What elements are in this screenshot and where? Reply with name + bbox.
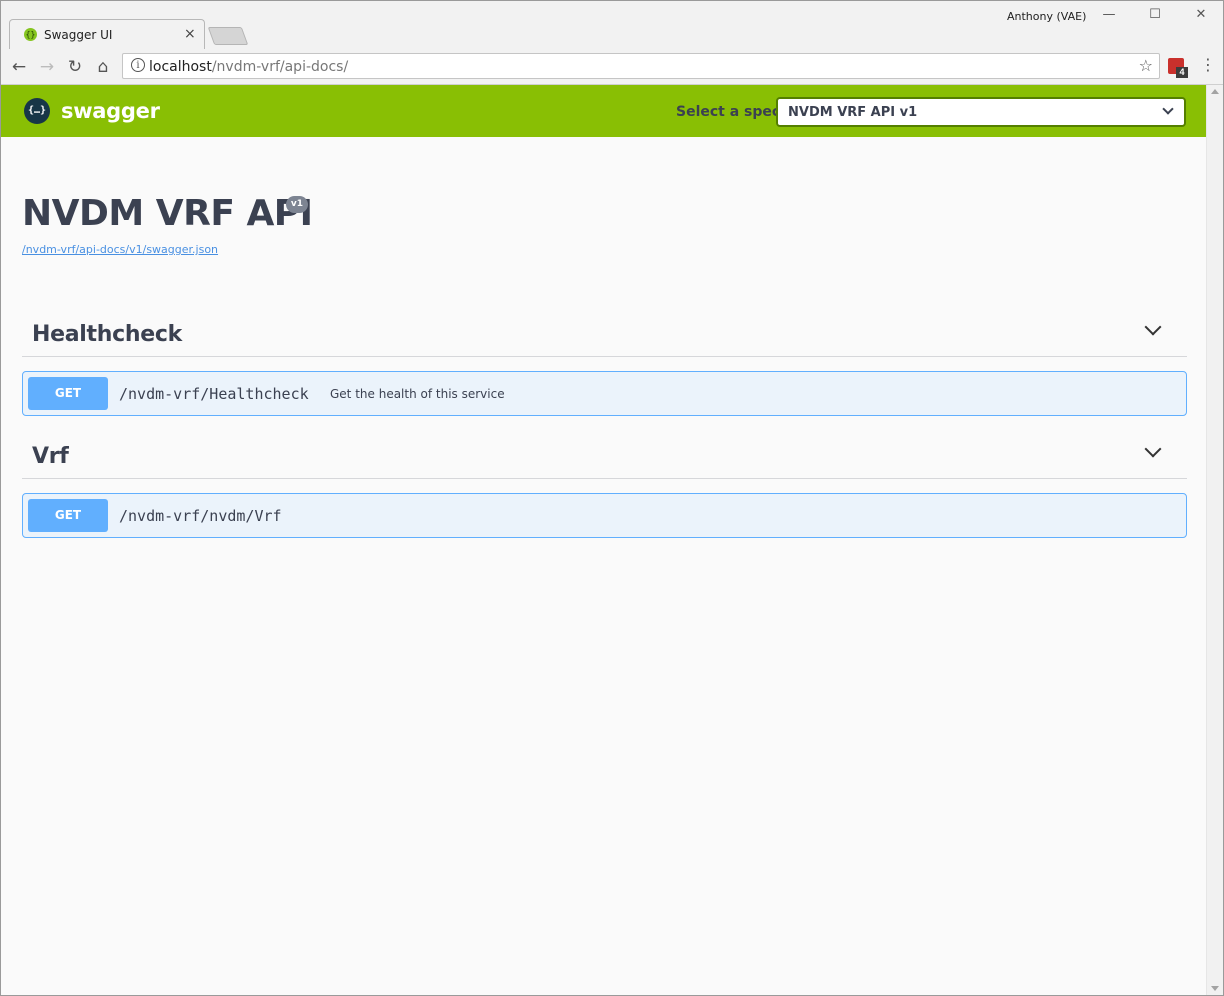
tab-title: Swagger UI bbox=[44, 28, 113, 42]
operation-path: /nvdm-vrf/Healthcheck bbox=[119, 385, 309, 403]
forward-icon[interactable]: → bbox=[37, 57, 57, 77]
new-tab-button[interactable] bbox=[207, 27, 249, 45]
tag-header-healthcheck[interactable]: Healthcheck bbox=[22, 313, 1187, 357]
select-spec-label: Select a spec bbox=[676, 104, 781, 120]
operation-get-vrf[interactable]: GET /nvdm-vrf/nvdm/Vrf bbox=[22, 493, 1187, 538]
extension-badge: 4 bbox=[1176, 67, 1188, 78]
title-bar: {} Swagger UI × Anthony (VAE) — ☐ ✕ bbox=[1, 1, 1223, 49]
url-host: localhost bbox=[149, 59, 212, 75]
spec-select[interactable]: NVDM VRF API v1 bbox=[776, 97, 1186, 127]
browser-window: {} Swagger UI × Anthony (VAE) — ☐ ✕ ← → … bbox=[0, 0, 1224, 996]
operation-path: /nvdm-vrf/nvdm/Vrf bbox=[119, 507, 282, 525]
site-info-icon[interactable]: i bbox=[131, 58, 145, 72]
bookmark-star-icon[interactable]: ☆ bbox=[1139, 56, 1153, 75]
operation-summary: Get the health of this service bbox=[330, 387, 505, 401]
method-badge: GET bbox=[28, 499, 108, 532]
swagger-logo-text[interactable]: swagger bbox=[61, 99, 160, 123]
tab-close-icon[interactable]: × bbox=[184, 26, 196, 42]
close-window-icon[interactable]: ✕ bbox=[1186, 7, 1216, 25]
tag-header-vrf[interactable]: Vrf bbox=[22, 435, 1187, 479]
url-path: /nvdm-vrf/api-docs/ bbox=[211, 59, 349, 75]
scroll-up-arrow-icon[interactable] bbox=[1211, 89, 1219, 94]
tag-title: Vrf bbox=[32, 444, 69, 469]
version-badge: v1 bbox=[286, 196, 308, 213]
reload-icon[interactable]: ↻ bbox=[65, 57, 85, 77]
address-bar[interactable]: i localhost/nvdm-vrf/api-docs/ ☆ bbox=[122, 53, 1160, 79]
page-viewport: {…} swagger Select a spec NVDM VRF API v… bbox=[1, 85, 1206, 995]
vertical-scrollbar[interactable] bbox=[1206, 85, 1223, 995]
swagger-json-link[interactable]: /nvdm-vrf/api-docs/v1/swagger.json bbox=[22, 243, 218, 256]
tab-swagger-ui[interactable]: {} Swagger UI × bbox=[9, 19, 205, 49]
spec-select-value: NVDM VRF API v1 bbox=[788, 105, 918, 120]
profile-name[interactable]: Anthony (VAE) bbox=[1007, 10, 1086, 23]
method-badge: GET bbox=[28, 377, 108, 410]
scroll-down-arrow-icon[interactable] bbox=[1211, 986, 1219, 991]
browser-menu-icon[interactable]: ⋮ bbox=[1200, 55, 1216, 74]
swagger-favicon-icon: {} bbox=[24, 28, 37, 41]
chevron-down-icon bbox=[1162, 103, 1174, 115]
maximize-icon[interactable]: ☐ bbox=[1140, 7, 1170, 25]
url-text[interactable]: localhost/nvdm-vrf/api-docs/ bbox=[149, 59, 348, 75]
operation-get-healthcheck[interactable]: GET /nvdm-vrf/Healthcheck Get the health… bbox=[22, 371, 1187, 416]
api-title: NVDM VRF API bbox=[22, 193, 313, 234]
swagger-logo-icon[interactable]: {…} bbox=[24, 98, 50, 124]
chevron-down-icon[interactable] bbox=[1144, 440, 1162, 458]
chevron-down-icon[interactable] bbox=[1144, 318, 1162, 336]
back-icon[interactable]: ← bbox=[9, 57, 29, 77]
tag-title: Healthcheck bbox=[32, 322, 182, 347]
swagger-topbar: {…} swagger Select a spec NVDM VRF API v… bbox=[1, 85, 1206, 137]
home-icon[interactable]: ⌂ bbox=[93, 57, 113, 77]
minimize-icon[interactable]: — bbox=[1094, 7, 1124, 25]
browser-toolbar: ← → ↻ ⌂ i localhost/nvdm-vrf/api-docs/ ☆… bbox=[1, 49, 1223, 85]
